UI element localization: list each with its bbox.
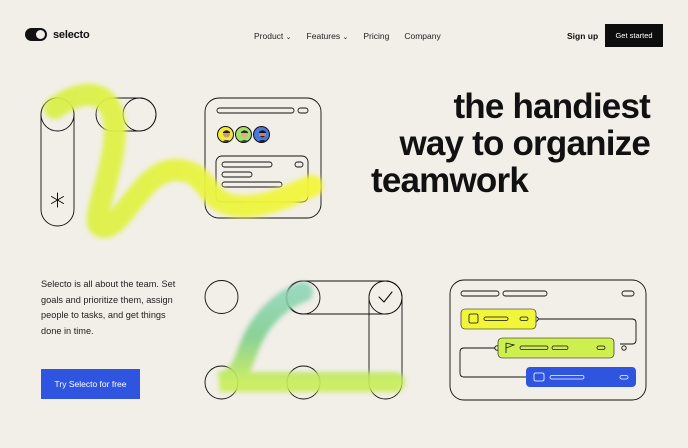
team-avatar xyxy=(235,126,252,143)
signup-link[interactable]: Sign up xyxy=(567,31,598,41)
headline-line: teamwork xyxy=(371,161,529,200)
nav-item-pricing[interactable]: Pricing xyxy=(363,31,389,41)
try-free-button[interactable]: Try Selecto for free xyxy=(41,369,140,399)
team-avatar xyxy=(217,126,234,143)
check-icon xyxy=(378,291,393,303)
workflow-card xyxy=(449,279,647,401)
pill-outlines xyxy=(40,97,157,227)
nav-item-company[interactable]: Company xyxy=(404,31,440,41)
brand-name: selecto xyxy=(53,28,90,41)
chevron-down-icon: ⌄ xyxy=(285,34,292,41)
nav-item-label: Features xyxy=(306,31,341,41)
workflow-node xyxy=(494,345,500,351)
team-avatar xyxy=(253,126,270,143)
headline-line: the handiest xyxy=(453,87,650,126)
chevron-down-icon: ⌄ xyxy=(342,34,349,41)
task-pill-yellow xyxy=(460,308,537,330)
yellow-ribbon xyxy=(44,83,323,238)
task-pill-blue xyxy=(526,367,636,387)
workflow-node xyxy=(533,316,539,322)
toggle-logo-icon xyxy=(25,28,47,41)
nav-item-label: Product xyxy=(254,31,284,41)
nav-item-features[interactable]: Features ⌄ xyxy=(307,31,349,41)
get-started-button[interactable]: Get started xyxy=(605,24,663,47)
gradient-ribbon xyxy=(217,282,405,392)
headline-line: way to organize xyxy=(399,124,650,163)
bottom-illustration-outlines xyxy=(204,280,403,400)
workflow-node xyxy=(621,345,627,351)
brand-logo[interactable]: selecto xyxy=(25,28,90,41)
main-nav: Product ⌄ Features ⌄ Pricing Company xyxy=(254,31,441,41)
hero-headline: the handiest way to organize teamwork xyxy=(350,87,651,200)
intro-description: Selecto is all about the team. Set goals… xyxy=(41,279,176,336)
asterisk-icon xyxy=(51,192,64,208)
team-card xyxy=(204,97,322,219)
nav-item-product[interactable]: Product ⌄ xyxy=(254,31,292,41)
task-pill-lime xyxy=(497,337,615,359)
